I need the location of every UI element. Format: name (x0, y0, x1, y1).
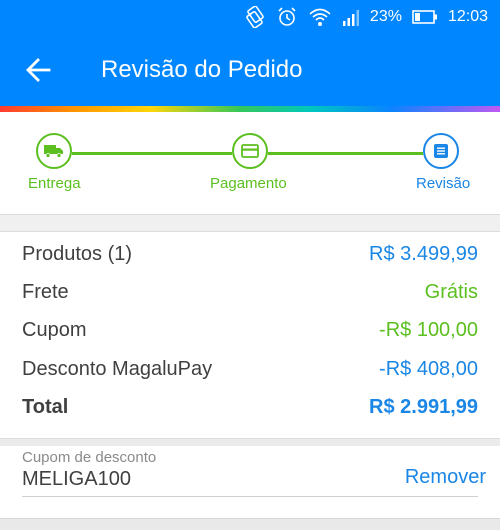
summary-value: R$ 3.499,99 (369, 242, 478, 265)
app-bar: Revisão do Pedido (0, 34, 500, 106)
summary-label: Desconto MagaluPay (22, 357, 213, 380)
battery-icon (412, 10, 437, 24)
page-title: Revisão do Pedido (101, 56, 303, 83)
coupon-field-label: Cupom de desconto (22, 449, 157, 466)
summary-value: Grátis (424, 280, 478, 303)
summary-row-desconto: Desconto MagaluPay -R$ 408,00 (22, 352, 478, 386)
arrow-left-icon (26, 58, 51, 82)
summary-label: Cupom (22, 318, 87, 341)
step-revisao[interactable] (423, 133, 459, 169)
section-divider (0, 438, 500, 446)
summary-value: -R$ 100,00 (379, 318, 478, 341)
status-icons: 23% 12:03 (244, 0, 488, 34)
summary-row-frete: Frete Grátis (22, 275, 478, 309)
order-summary: Produtos (1) R$ 3.499,99 Frete Grátis Cu… (0, 232, 500, 438)
total-value: R$ 2.991,99 (369, 395, 478, 418)
bottom-edge (0, 518, 500, 530)
rotate-lock-icon (246, 6, 264, 28)
back-button[interactable] (22, 54, 54, 86)
summary-row-total: Total R$ 2.991,99 (22, 390, 478, 424)
step-label-revisao: Revisão (416, 175, 471, 192)
step-label-entrega: Entrega (28, 175, 81, 192)
step-entrega[interactable] (36, 133, 72, 169)
checkout-stepper: Entrega Pagamento Revisão (0, 112, 500, 214)
signal-icon (342, 10, 359, 26)
summary-row-cupom: Cupom -R$ 100,00 (22, 313, 478, 347)
alarm-icon (278, 7, 296, 26)
remove-coupon-button[interactable]: Remover (405, 466, 486, 489)
summary-value: -R$ 408,00 (379, 357, 478, 380)
summary-label: Produtos (1) (22, 242, 133, 265)
summary-row-produtos: Produtos (1) R$ 3.499,99 (22, 237, 478, 271)
section-divider (0, 214, 500, 232)
coupon-field-underline (22, 496, 478, 497)
card-icon (241, 144, 259, 158)
clock-time: 12:03 (447, 8, 488, 25)
stepper-line (72, 152, 232, 155)
step-label-pagamento: Pagamento (210, 175, 287, 192)
coupon-code-field[interactable]: MELIGA100 (22, 468, 131, 491)
stepper-line (268, 152, 423, 155)
total-label: Total (22, 395, 69, 418)
summary-label: Frete (22, 280, 69, 303)
wifi-icon (309, 8, 331, 26)
battery-percentage: 23% (369, 8, 402, 25)
truck-icon (44, 145, 63, 158)
document-icon (434, 144, 448, 158)
status-bar: 23% 12:03 (0, 0, 500, 34)
step-pagamento[interactable] (232, 133, 268, 169)
